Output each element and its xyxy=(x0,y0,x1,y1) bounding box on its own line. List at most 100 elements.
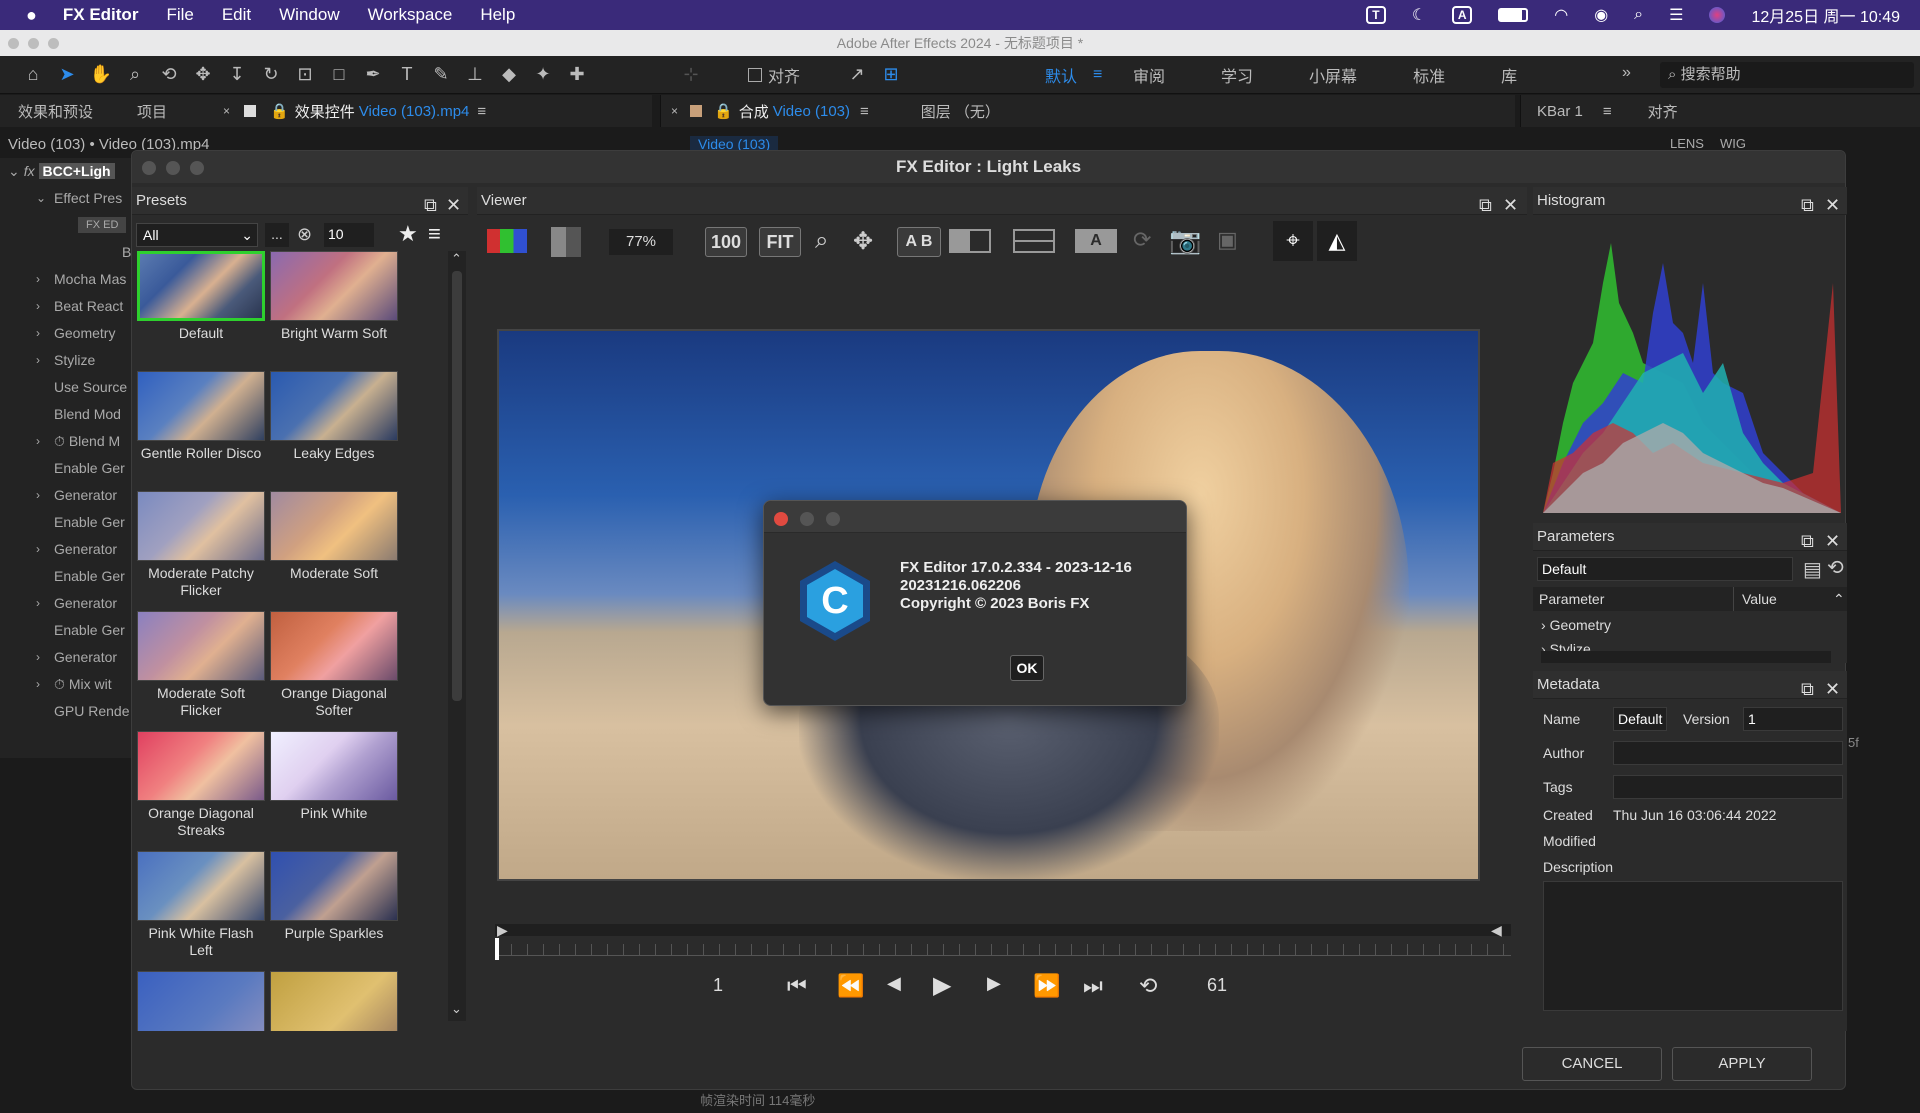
rgb-channels-icon[interactable] xyxy=(487,229,527,253)
kbar-wig[interactable]: WIG xyxy=(1720,136,1746,151)
menu-window[interactable]: Window xyxy=(279,5,339,25)
preset-tile[interactable]: Purple Sparkles xyxy=(270,851,398,942)
search-icon[interactable]: ⌕ xyxy=(1634,6,1643,24)
tab-kbar[interactable]: KBar 1 xyxy=(1537,103,1583,120)
preset-tile[interactable]: Leaky Edges xyxy=(270,371,398,462)
version-field[interactable]: 1 xyxy=(1743,707,1843,731)
comp-menu-icon[interactable]: ≡ xyxy=(860,103,869,120)
close-comp-tab-icon[interactable]: × xyxy=(671,104,678,118)
rotate-tool-icon[interactable]: ↻ xyxy=(254,64,288,85)
fx-editor-button[interactable]: FX ED xyxy=(78,217,127,233)
tree-row[interactable]: GPU Rende xyxy=(0,698,135,725)
anchor-tool-icon[interactable]: ⊡ xyxy=(288,64,322,85)
tree-row[interactable]: › Generator xyxy=(0,536,135,563)
pan-tool-icon[interactable]: ✥ xyxy=(186,64,220,85)
tree-row[interactable]: Enable Ger xyxy=(0,455,135,482)
thumbnail-size-field[interactable]: 10 xyxy=(324,223,374,247)
workspace-small-screen[interactable]: 小屏幕 xyxy=(1309,63,1357,87)
tree-row[interactable]: › ⏱ Mix wit xyxy=(0,671,135,698)
close-panel-icon[interactable]: ✕ xyxy=(446,191,461,219)
playhead[interactable] xyxy=(495,938,499,960)
close-panel-icon[interactable]: ✕ xyxy=(1825,191,1840,219)
menu-edit[interactable]: Edit xyxy=(222,5,251,25)
workspace-learn[interactable]: 学习 xyxy=(1221,63,1253,87)
rewind-icon[interactable]: ⏪ xyxy=(837,973,864,999)
preset-tile[interactable]: Pink White Flash Left xyxy=(137,851,265,959)
clone-stamp-icon[interactable]: ⊥ xyxy=(458,64,492,85)
tree-row[interactable]: Use Source xyxy=(0,374,135,401)
about-minimize-icon[interactable] xyxy=(800,512,814,526)
tree-row[interactable]: Enable Ger xyxy=(0,563,135,590)
play-icon[interactable]: ▶ xyxy=(933,971,951,1000)
monitor-icon[interactable]: ▣ xyxy=(1217,227,1238,253)
preset-tile[interactable]: Moderate Patchy Flicker xyxy=(137,491,265,599)
star-icon[interactable]: ★ xyxy=(398,221,418,247)
tree-row[interactable]: › Generator xyxy=(0,482,135,509)
orbit-tool-icon[interactable]: ⟲ xyxy=(152,64,186,85)
zoom-field[interactable]: 77% xyxy=(609,229,673,255)
zoom-tool-icon[interactable]: ⌕ xyxy=(118,64,152,85)
snap-mode-icon[interactable]: ↗ xyxy=(840,64,874,85)
ab-compare-button[interactable]: A B xyxy=(897,227,941,257)
document-icon[interactable]: ▤ xyxy=(1803,557,1822,582)
workspace-menu-icon[interactable]: ≡ xyxy=(1093,66,1102,84)
workspace-default[interactable]: 默认 xyxy=(1045,63,1077,87)
refresh-icon[interactable]: ⟳ xyxy=(1133,227,1151,253)
zoom-100-button[interactable]: 100 xyxy=(705,227,747,257)
tags-field[interactable] xyxy=(1613,775,1843,799)
tree-row[interactable]: ⌄ Effect Pres xyxy=(0,185,135,212)
description-field[interactable] xyxy=(1543,881,1843,1011)
tree-row[interactable]: › Beat React xyxy=(0,293,135,320)
tree-row[interactable]: FX ED xyxy=(0,212,135,239)
timeline-range[interactable] xyxy=(495,924,1511,936)
close-dot-icon[interactable] xyxy=(8,38,19,49)
range-end-handle[interactable]: ◀ xyxy=(1491,922,1502,939)
timeline-scrubber[interactable]: ▶ ◀ xyxy=(495,922,1511,960)
tree-row[interactable]: › Mocha Mas xyxy=(0,266,135,293)
zoom-icon[interactable]: ⌕ xyxy=(815,227,828,255)
more-workspaces-icon[interactable]: » xyxy=(1622,64,1631,82)
preset-tile[interactable]: Moderate Soft xyxy=(270,491,398,582)
tab-effects-presets[interactable]: 效果和预设 xyxy=(18,101,93,122)
siri-icon[interactable] xyxy=(1709,7,1726,23)
tab-effect-controls[interactable]: 效果控件 xyxy=(295,101,355,122)
workspace-libraries[interactable]: 库 xyxy=(1501,63,1517,87)
step-forward-icon[interactable]: ▶ xyxy=(987,973,1001,994)
brush-tool-icon[interactable]: ✎ xyxy=(424,64,458,85)
rectangle-tool-icon[interactable]: □ xyxy=(322,64,356,85)
preset-tile[interactable]: Orange Diagonal Streaks xyxy=(137,731,265,839)
close-panel-icon[interactable]: ✕ xyxy=(1825,527,1840,555)
battery-icon[interactable] xyxy=(1498,8,1529,22)
user-icon[interactable]: ◉ xyxy=(1594,5,1608,25)
pen-tool-icon[interactable]: ✒ xyxy=(356,64,390,85)
parameter-preset-field[interactable]: Default xyxy=(1537,557,1793,581)
moon-icon[interactable]: ☾ xyxy=(1412,5,1426,25)
kbar-menu-icon[interactable]: ≡ xyxy=(1603,103,1612,120)
fit-button[interactable]: FIT xyxy=(759,227,801,257)
reset-icon[interactable]: ⟲ xyxy=(1827,555,1844,580)
roto-brush-icon[interactable]: ✦ xyxy=(526,64,560,85)
tree-row[interactable]: Enable Ger xyxy=(0,617,135,644)
preset-tile[interactable] xyxy=(137,971,265,1031)
preset-search-field[interactable]: ... xyxy=(265,223,289,247)
tab-composition[interactable]: 合成 xyxy=(739,101,769,122)
go-to-end-icon[interactable]: ⏭ xyxy=(1083,973,1103,999)
menu-workspace[interactable]: Workspace xyxy=(368,5,453,25)
menu-icon[interactable]: ≡ xyxy=(428,221,441,247)
crosshair-icon[interactable]: ⌖ xyxy=(1273,221,1313,261)
tree-row[interactable]: Enable Ger xyxy=(0,509,135,536)
help-search-field[interactable]: ⌕ 搜索帮助 xyxy=(1660,62,1914,88)
dolly-tool-icon[interactable]: ↧ xyxy=(220,64,254,85)
end-frame[interactable]: 61 xyxy=(1207,975,1227,996)
scroll-thumb[interactable] xyxy=(452,271,462,701)
tree-row[interactable]: › Generator xyxy=(0,644,135,671)
tree-row[interactable]: › Generator xyxy=(0,590,135,617)
float-panel-icon[interactable]: ⧉ xyxy=(1801,675,1814,703)
close-tab-icon[interactable]: × xyxy=(223,104,230,118)
tree-row[interactable]: Blend Mod xyxy=(0,401,135,428)
go-to-start-icon[interactable]: ⏮ xyxy=(787,973,807,999)
loop-icon[interactable]: ⟲ xyxy=(1139,973,1157,999)
app-menu[interactable]: FX Editor xyxy=(63,5,139,25)
parameter-hscroll[interactable] xyxy=(1541,651,1831,663)
selection-tool-icon[interactable]: ➤ xyxy=(50,64,84,85)
